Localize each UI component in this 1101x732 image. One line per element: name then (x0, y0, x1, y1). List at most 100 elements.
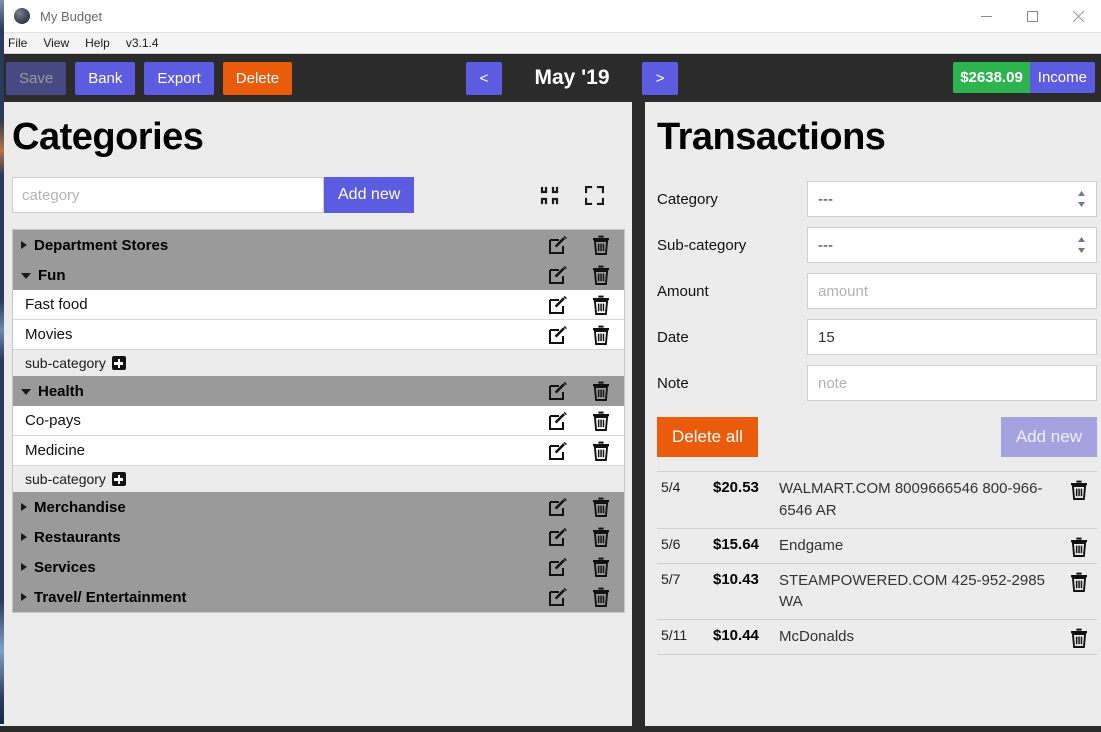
add-category-button[interactable]: Add new (324, 177, 415, 213)
category-select[interactable] (807, 181, 1097, 217)
trash-icon[interactable] (578, 527, 624, 547)
trash-icon[interactable] (578, 235, 624, 255)
date-input[interactable] (807, 319, 1097, 355)
trash-icon[interactable] (578, 325, 624, 345)
subcategory-row[interactable]: Movies (13, 320, 624, 350)
title-bar: My Budget (0, 0, 1101, 33)
transaction-row[interactable]: 5/7 $10.43 STEAMPOWERED.COM 425-952-2985… (657, 564, 1097, 620)
trash-icon[interactable] (1061, 626, 1097, 648)
plus-square-icon[interactable] (111, 356, 126, 370)
edit-pencil-icon[interactable] (538, 381, 578, 401)
bank-button[interactable]: Bank (75, 61, 136, 95)
category-name: Merchandise (34, 498, 126, 516)
menu-bar: File View Help v3.1.4 (0, 33, 1101, 54)
subcategory-select-wrap (807, 227, 1097, 263)
close-icon[interactable] (1055, 0, 1101, 33)
category-row[interactable]: Fun (13, 260, 624, 290)
edit-pencil-icon[interactable] (538, 265, 578, 285)
collapse-all-icon[interactable] (540, 186, 559, 205)
row-actions (538, 441, 624, 461)
category-row[interactable]: Merchandise (13, 492, 624, 522)
next-month-button[interactable]: > (642, 61, 678, 95)
trash-icon[interactable] (578, 441, 624, 461)
chevron-right-icon[interactable] (21, 533, 27, 541)
trash-icon[interactable] (578, 265, 624, 285)
edit-pencil-icon[interactable] (538, 587, 578, 607)
trash-icon[interactable] (578, 587, 624, 607)
add-subcategory-label: sub-category (25, 471, 106, 487)
row-actions (538, 295, 624, 315)
menu-item-help[interactable]: Help (85, 36, 110, 50)
row-actions (538, 587, 624, 607)
transaction-row[interactable]: 5/6 $15.64 Endgame (657, 529, 1097, 564)
edit-pencil-icon[interactable] (538, 235, 578, 255)
edit-pencil-icon[interactable] (538, 527, 578, 547)
trash-icon[interactable] (578, 411, 624, 431)
transaction-row[interactable]: 5/11 $10.44 McDonalds (657, 620, 1097, 655)
save-button[interactable]: Save (6, 61, 67, 95)
category-input[interactable] (12, 177, 324, 213)
subcategory-name: Medicine (25, 442, 86, 459)
subcategory-row[interactable]: Co-pays (13, 406, 624, 436)
trash-icon[interactable] (1061, 478, 1097, 500)
add-subcategory-row[interactable]: sub-category (13, 466, 624, 492)
edit-pencil-icon[interactable] (538, 411, 578, 431)
chevron-down-icon[interactable] (21, 389, 31, 395)
panel-splitter[interactable] (632, 102, 645, 726)
category-name: Restaurants (34, 528, 121, 546)
transaction-note: McDonalds (779, 628, 855, 645)
subcategory-select[interactable] (807, 227, 1097, 263)
category-row[interactable]: Services (13, 552, 624, 582)
chevron-down-icon[interactable] (21, 273, 31, 279)
income-button[interactable]: Income (1029, 62, 1095, 93)
transaction-amount: $10.43 (713, 570, 759, 588)
trash-icon[interactable] (1061, 570, 1097, 592)
form-row-date: Date (657, 319, 1097, 355)
form-row-subcategory: Sub-category (657, 227, 1097, 263)
category-row[interactable]: Department Stores (13, 230, 624, 260)
trash-icon[interactable] (578, 557, 624, 577)
category-row[interactable]: Restaurants (13, 522, 624, 552)
category-row[interactable]: Travel/ Entertainment (13, 582, 624, 612)
add-subcategory-row[interactable]: sub-category (13, 350, 624, 376)
previous-month-button[interactable]: < (466, 61, 502, 95)
chevron-right-icon[interactable] (21, 593, 27, 601)
trash-icon[interactable] (1061, 535, 1097, 557)
maximize-icon[interactable] (1009, 0, 1055, 33)
edit-pencil-icon[interactable] (538, 441, 578, 461)
edit-pencil-icon[interactable] (538, 557, 578, 577)
current-month-label: May '19 (534, 66, 610, 89)
edit-pencil-icon[interactable] (538, 295, 578, 315)
trash-icon[interactable] (578, 497, 624, 517)
transaction-note: Endgame (779, 536, 844, 554)
plus-square-icon[interactable] (111, 472, 126, 486)
edit-pencil-icon[interactable] (538, 497, 578, 517)
trash-icon[interactable] (578, 295, 624, 315)
add-transaction-button[interactable]: Add new (1000, 417, 1097, 457)
chevron-right-icon[interactable] (21, 241, 27, 249)
edit-pencil-icon[interactable] (538, 325, 578, 345)
note-input[interactable] (807, 365, 1097, 401)
menu-item-view[interactable]: View (43, 36, 69, 50)
row-actions (538, 235, 624, 255)
main-content: Categories Add new (0, 102, 1101, 726)
minimize-icon[interactable] (963, 0, 1009, 33)
subcategory-row[interactable]: Medicine (13, 436, 624, 466)
menu-item-file[interactable]: File (8, 36, 27, 50)
row-actions (538, 325, 624, 345)
category-row[interactable]: Health (13, 376, 624, 406)
subcategory-name: Fast food (25, 296, 88, 313)
delete-button[interactable]: Delete (222, 61, 293, 95)
export-button[interactable]: Export (144, 61, 214, 95)
row-actions (538, 527, 624, 547)
transaction-date: 5/11 (661, 627, 688, 643)
amount-input[interactable] (807, 273, 1097, 309)
category-group: Restaurants (13, 522, 624, 552)
subcategory-row[interactable]: Fast food (13, 290, 624, 320)
trash-icon[interactable] (578, 381, 624, 401)
delete-all-button[interactable]: Delete all (657, 417, 758, 457)
transaction-row[interactable]: 5/4 $20.53 WALMART.COM 8009666546 800-96… (657, 472, 1097, 529)
chevron-right-icon[interactable] (21, 503, 27, 511)
expand-all-icon[interactable] (584, 185, 605, 205)
chevron-right-icon[interactable] (21, 563, 27, 571)
